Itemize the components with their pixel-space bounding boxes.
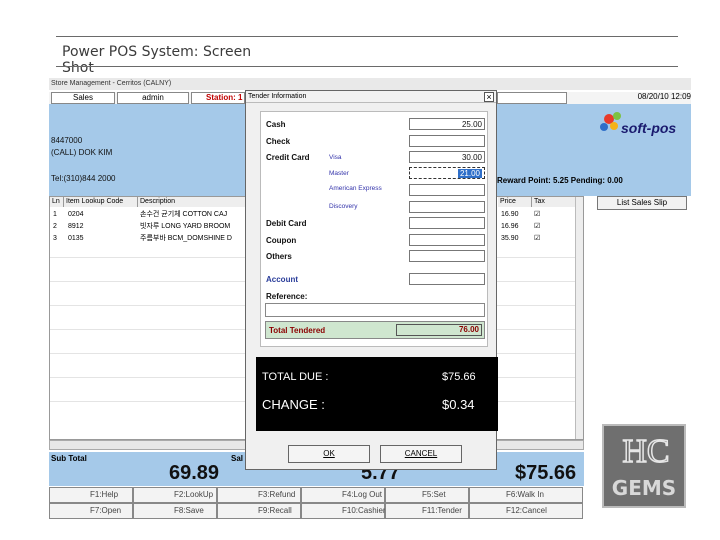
cash-field[interactable]: 25.00 xyxy=(409,118,485,130)
total-due-value: $75.66 xyxy=(442,371,476,383)
master-value: 21.00 xyxy=(457,169,482,178)
f12-cancel-button[interactable]: F12:Cancel xyxy=(469,503,583,519)
slide-title: Power POS System: Screen Shot xyxy=(62,44,252,76)
account-field[interactable] xyxy=(409,273,485,285)
others-label: Others xyxy=(266,252,292,261)
tender-panel: Cash 25.00 Check Credit Card Visa 30.00 … xyxy=(260,111,488,347)
ok-button[interactable]: OK xyxy=(288,445,370,463)
f7-open-drawer-button[interactable]: F7:Open Drawer xyxy=(49,503,133,519)
debit-card-field[interactable] xyxy=(409,217,485,229)
top-rule xyxy=(56,36,678,37)
close-icon[interactable]: × xyxy=(484,92,494,102)
row-code: 0204 xyxy=(68,211,84,218)
cash-label: Cash xyxy=(266,120,286,129)
gems-text: GEMS xyxy=(611,476,677,500)
vertical-scrollbar[interactable] xyxy=(575,197,583,439)
row-price: 35.90 xyxy=(501,235,519,242)
total-tendered-row: Total Tendered 76.00 xyxy=(265,321,485,339)
cancel-button[interactable]: CANCEL xyxy=(380,445,462,463)
f6-walk-in-button[interactable]: F6:Walk In xyxy=(469,487,583,503)
american-express-label: American Express xyxy=(329,185,382,192)
f10-cashier-log-button[interactable]: F10:Cashier Log xyxy=(301,503,386,519)
check-label: Check xyxy=(266,137,291,146)
f8-save-trans-button[interactable]: F8:Save Trans xyxy=(133,503,217,519)
customer-panel: 8447000 (CALL) DOK KIM Tel:(310)844 2000 xyxy=(49,104,245,196)
check-field[interactable] xyxy=(409,135,485,147)
discovery-field[interactable] xyxy=(409,201,485,213)
change-label: CHANGE : xyxy=(262,397,325,412)
sales-label: Sal xyxy=(231,454,244,463)
pos-screenshot: Store Management - Cerritos (CALNY) Sale… xyxy=(49,78,691,520)
reference-label: Reference: xyxy=(266,292,308,301)
discovery-label: Discovery xyxy=(329,203,358,210)
f3-refund-button[interactable]: F3:Refund xyxy=(217,487,301,503)
account-label: Account xyxy=(266,275,298,284)
row-ln: 2 xyxy=(53,223,57,230)
row-tax-checkbox[interactable]: ☑ xyxy=(534,233,540,245)
list-sales-slip-button[interactable]: List Sales Slip xyxy=(597,196,687,210)
col-desc: Description xyxy=(138,197,248,207)
debit-card-label: Debit Card xyxy=(266,219,307,228)
row-code: 0135 xyxy=(68,235,84,242)
row-price: 16.90 xyxy=(501,211,519,218)
f1-help-button[interactable]: F1:Help xyxy=(49,487,133,503)
row-tax-checkbox[interactable]: ☑ xyxy=(534,209,540,221)
row-tax-checkbox[interactable]: ☑ xyxy=(534,221,540,233)
subtotal-label: Sub Total xyxy=(51,454,87,463)
f2-lookup-button[interactable]: F2:LookUp xyxy=(133,487,217,503)
hc-monogram-icon: HC xyxy=(622,432,671,470)
dialog-title: Tender Information xyxy=(246,91,496,103)
total-tendered-value: 76.00 xyxy=(396,324,482,336)
row-price: 16.96 xyxy=(501,223,519,230)
reward-panel: soft-pos Reward Point: 5.25 Pending: 0.0… xyxy=(495,104,691,196)
f5-set-customer-button[interactable]: F5:Set Customer xyxy=(385,487,469,513)
row-desc: 빗자루 LONG YARD BROOM xyxy=(140,223,231,230)
change-value: $0.34 xyxy=(442,397,475,412)
row-ln: 1 xyxy=(53,211,57,218)
row-desc: 손수건 균기체 COTTON CAJ xyxy=(140,211,228,218)
brand-text: soft-pos xyxy=(621,120,677,136)
col-code: Item Lookup Code xyxy=(64,197,138,207)
due-change-display: TOTAL DUE : $75.66 CHANGE : $0.34 xyxy=(256,357,498,431)
row-ln: 3 xyxy=(53,235,57,242)
tab-sales[interactable]: Sales xyxy=(51,92,115,104)
reference-field[interactable] xyxy=(265,303,485,317)
master-field[interactable]: 21.00 xyxy=(409,167,485,179)
row-desc: 주름부바 BCM_DOMSHINE D xyxy=(140,235,232,242)
total-due-label: TOTAL DUE : xyxy=(262,371,329,383)
col-price: Price xyxy=(498,197,532,207)
others-field[interactable] xyxy=(409,250,485,262)
tender-dialog: Tender Information × Cash 25.00 Check Cr… xyxy=(245,90,498,470)
f11-tender-button[interactable]: F11:Tender xyxy=(385,503,469,519)
customer-tel: Tel:(310)844 2000 xyxy=(51,174,116,183)
blank-cell xyxy=(497,92,567,104)
tab-user[interactable]: admin xyxy=(117,92,189,104)
customer-phone: 8447000 xyxy=(51,136,83,145)
svg-text:HC: HC xyxy=(622,433,669,470)
gems-logo: HC GEMS xyxy=(602,424,686,508)
soft-pos-logo: soft-pos xyxy=(595,110,691,140)
master-label: Master xyxy=(329,170,349,177)
tab-station: Station: 1 xyxy=(191,92,245,104)
clock: 08/20/10 12:09 xyxy=(637,92,691,101)
credit-card-label: Credit Card xyxy=(266,153,310,162)
visa-field[interactable]: 30.00 xyxy=(409,151,485,163)
coupon-label: Coupon xyxy=(266,236,297,245)
f4-logout-button[interactable]: F4:Log Out xyxy=(301,487,385,503)
customer-name: (CALL) DOK KIM xyxy=(51,148,113,157)
subtotal-value: 69.89 xyxy=(169,462,220,484)
reward-text: Reward Point: 5.25 Pending: 0.00 xyxy=(497,176,623,185)
title-rule xyxy=(56,66,678,67)
window-title: Store Management - Cerritos (CALNY) xyxy=(49,78,691,90)
american-express-field[interactable] xyxy=(409,184,485,196)
f9-recall-trans-button[interactable]: F9:Recall Trans xyxy=(217,503,301,519)
total-tendered-label: Total Tendered xyxy=(269,326,326,335)
grand-total-value: $75.66 xyxy=(515,462,577,484)
visa-label: Visa xyxy=(329,154,342,161)
coupon-field[interactable] xyxy=(409,234,485,246)
col-ln: Ln xyxy=(50,197,64,207)
row-code: 8912 xyxy=(68,223,84,230)
